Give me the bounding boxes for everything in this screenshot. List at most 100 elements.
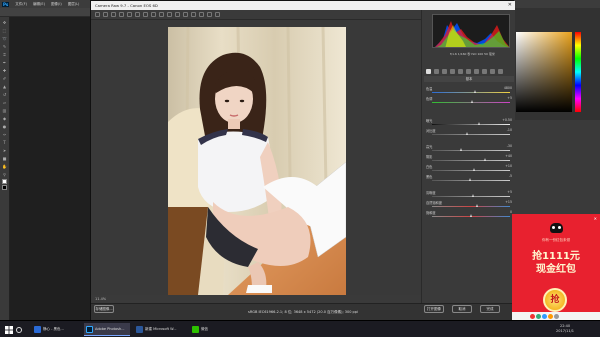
background-color-swatch[interactable] xyxy=(2,185,7,190)
white-balance-icon[interactable] xyxy=(111,12,116,17)
exposure-slider[interactable]: 曝光 +0.50 xyxy=(426,118,514,127)
zoom-tool-icon[interactable]: ⚲ xyxy=(2,172,8,177)
system-clock[interactable]: 22:40 2017/11/1 xyxy=(556,324,574,334)
photo-preview xyxy=(168,27,346,295)
wechat-app-icon xyxy=(192,326,199,333)
lens-tab-icon[interactable] xyxy=(466,69,471,74)
pen-tool-icon[interactable]: ✑ xyxy=(2,132,8,137)
cancel-button[interactable]: 取消 xyxy=(452,305,472,313)
spot-removal-icon[interactable] xyxy=(159,12,164,17)
tray-icon[interactable] xyxy=(548,313,553,319)
grab-button[interactable]: 抢 xyxy=(543,288,567,312)
basic-tab-icon[interactable] xyxy=(426,69,431,74)
graduated-filter-icon[interactable] xyxy=(183,12,188,17)
saturation-slider[interactable]: 饱和度 0 xyxy=(426,210,514,219)
whites-slider[interactable]: 白色 +10 xyxy=(426,164,514,173)
tone-curve-tab-icon[interactable] xyxy=(434,69,439,74)
move-tool-icon[interactable]: ✥ xyxy=(2,20,8,25)
blur-tool-icon[interactable]: ◆ xyxy=(2,116,8,121)
stamp-tool-icon[interactable]: ▲ xyxy=(2,84,8,89)
done-button[interactable]: 完成 xyxy=(480,305,500,313)
menu-item-image[interactable]: 图像(I) xyxy=(51,2,62,7)
histogram xyxy=(432,14,510,48)
color-picker-field[interactable] xyxy=(516,32,572,112)
zoom-level[interactable]: 11.4% xyxy=(95,297,106,301)
zoom-icon[interactable] xyxy=(95,12,100,17)
color-sampler-icon[interactable] xyxy=(119,12,124,17)
radial-filter-icon[interactable] xyxy=(191,12,196,17)
hsl-tab-icon[interactable] xyxy=(450,69,455,74)
type-tool-icon[interactable]: T xyxy=(2,140,8,145)
eraser-tool-icon[interactable]: ▱ xyxy=(2,100,8,105)
adjustments-panel xyxy=(514,120,600,215)
effects-tab-icon[interactable] xyxy=(474,69,479,74)
dodge-tool-icon[interactable]: ● xyxy=(2,124,8,129)
taskbar-item-photoshop[interactable]: Adobe Photosh... xyxy=(84,323,130,336)
vibrance-slider[interactable]: 自然饱和度 +15 xyxy=(426,200,514,209)
windows-taskbar: 静心 - 黑色... Adobe Photosh... 新建 Microsoft… xyxy=(0,320,600,337)
music-app-icon xyxy=(34,326,41,333)
targeted-adjust-icon[interactable] xyxy=(127,12,132,17)
hand-tool-icon[interactable]: ✋ xyxy=(2,164,8,169)
shape-tool-icon[interactable]: ■ xyxy=(2,156,8,161)
tint-slider[interactable]: 色调 +5 xyxy=(426,96,514,105)
cortana-icon[interactable] xyxy=(14,323,24,336)
straighten-icon[interactable] xyxy=(143,12,148,17)
ad-close-icon[interactable]: ✕ xyxy=(594,216,597,221)
clarity-slider[interactable]: 清晰度 +5 xyxy=(426,190,514,199)
menu-item-file[interactable]: 文件(F) xyxy=(15,2,27,7)
photoshop-tool-panel: ✥ ⬚ ➰ ✎ ⌗ ✒ ✚ ✐ ▲ ↺ ▱ ▥ ◆ ● ✑ T ➤ ■ ✋ ⚲ xyxy=(0,17,10,320)
rotate-left-icon[interactable] xyxy=(207,12,212,17)
red-eye-icon[interactable] xyxy=(167,12,172,17)
ad-headline-2: 现金红包 xyxy=(536,264,576,275)
quick-select-tool-icon[interactable]: ✎ xyxy=(2,44,8,49)
tray-icon[interactable] xyxy=(530,313,535,319)
tray-icon[interactable] xyxy=(554,313,559,319)
preview-status-bar: 11.4% xyxy=(91,295,421,303)
contrast-slider[interactable]: 对比度 -10 xyxy=(426,128,514,137)
preferences-icon[interactable] xyxy=(199,12,204,17)
detail-tab-icon[interactable] xyxy=(442,69,447,74)
shadows-slider[interactable]: 阴影 +40 xyxy=(426,154,514,163)
taskbar-item-word[interactable]: 新建 Microsoft W... xyxy=(134,323,182,336)
path-select-tool-icon[interactable]: ➤ xyxy=(2,148,8,153)
crop-icon[interactable] xyxy=(135,12,140,17)
gradient-tool-icon[interactable]: ▥ xyxy=(2,108,8,113)
presets-tab-icon[interactable] xyxy=(490,69,495,74)
foreground-color-swatch[interactable] xyxy=(2,179,7,184)
adjustment-brush-icon[interactable] xyxy=(175,12,180,17)
tray-icon[interactable] xyxy=(542,313,547,319)
blacks-slider[interactable]: 黑色 -5 xyxy=(426,174,514,183)
healing-tool-icon[interactable]: ✚ xyxy=(2,68,8,73)
split-toning-tab-icon[interactable] xyxy=(458,69,463,74)
hue-slider[interactable] xyxy=(575,32,581,112)
rotate-right-icon[interactable] xyxy=(215,12,220,17)
open-image-button[interactable]: 打开图像 xyxy=(424,305,444,313)
eyedropper-tool-icon[interactable]: ✒ xyxy=(2,60,8,65)
dialog-title: Camera Raw 9.7 - Canon EOS 6D xyxy=(95,3,158,8)
camera-raw-dialog: Camera Raw 9.7 - Canon EOS 6D ✕ 11.4% f/… xyxy=(90,0,515,321)
close-icon[interactable]: ✕ xyxy=(508,1,512,10)
image-preview-area xyxy=(91,20,421,295)
photoshop-logo: Ps xyxy=(2,1,10,7)
history-brush-tool-icon[interactable]: ↺ xyxy=(2,92,8,97)
snapshots-tab-icon[interactable] xyxy=(498,69,503,74)
crop-tool-icon[interactable]: ⌗ xyxy=(2,52,8,57)
workflow-info[interactable]: sRGB IEC61966-2.1; 8 位; 3648 x 5472 (20.… xyxy=(248,310,358,315)
taskbar-item-wechat[interactable]: 微信 xyxy=(190,323,220,336)
tray-icon[interactable] xyxy=(536,313,541,319)
menu-item-layer[interactable]: 图层(L) xyxy=(68,2,80,7)
marquee-tool-icon[interactable]: ⬚ xyxy=(2,28,8,33)
ad-subtitle: 你有一份红包未领 xyxy=(542,238,570,242)
save-image-button[interactable]: 存储图像... xyxy=(94,305,114,313)
red-packet-ad-popup[interactable]: ✕ 你有一份红包未领 抢1111元 现金红包 抢 xyxy=(512,214,600,320)
hand-icon[interactable] xyxy=(103,12,108,17)
lasso-tool-icon[interactable]: ➰ xyxy=(2,36,8,41)
highlights-slider[interactable]: 高光 -30 xyxy=(426,144,514,153)
brush-tool-icon[interactable]: ✐ xyxy=(2,76,8,81)
taskbar-item-music[interactable]: 静心 - 黑色... xyxy=(32,323,80,336)
transform-icon[interactable] xyxy=(151,12,156,17)
temperature-slider[interactable]: 色温 4800 xyxy=(426,86,514,95)
menu-item-edit[interactable]: 编辑(E) xyxy=(33,2,45,7)
calibration-tab-icon[interactable] xyxy=(482,69,487,74)
